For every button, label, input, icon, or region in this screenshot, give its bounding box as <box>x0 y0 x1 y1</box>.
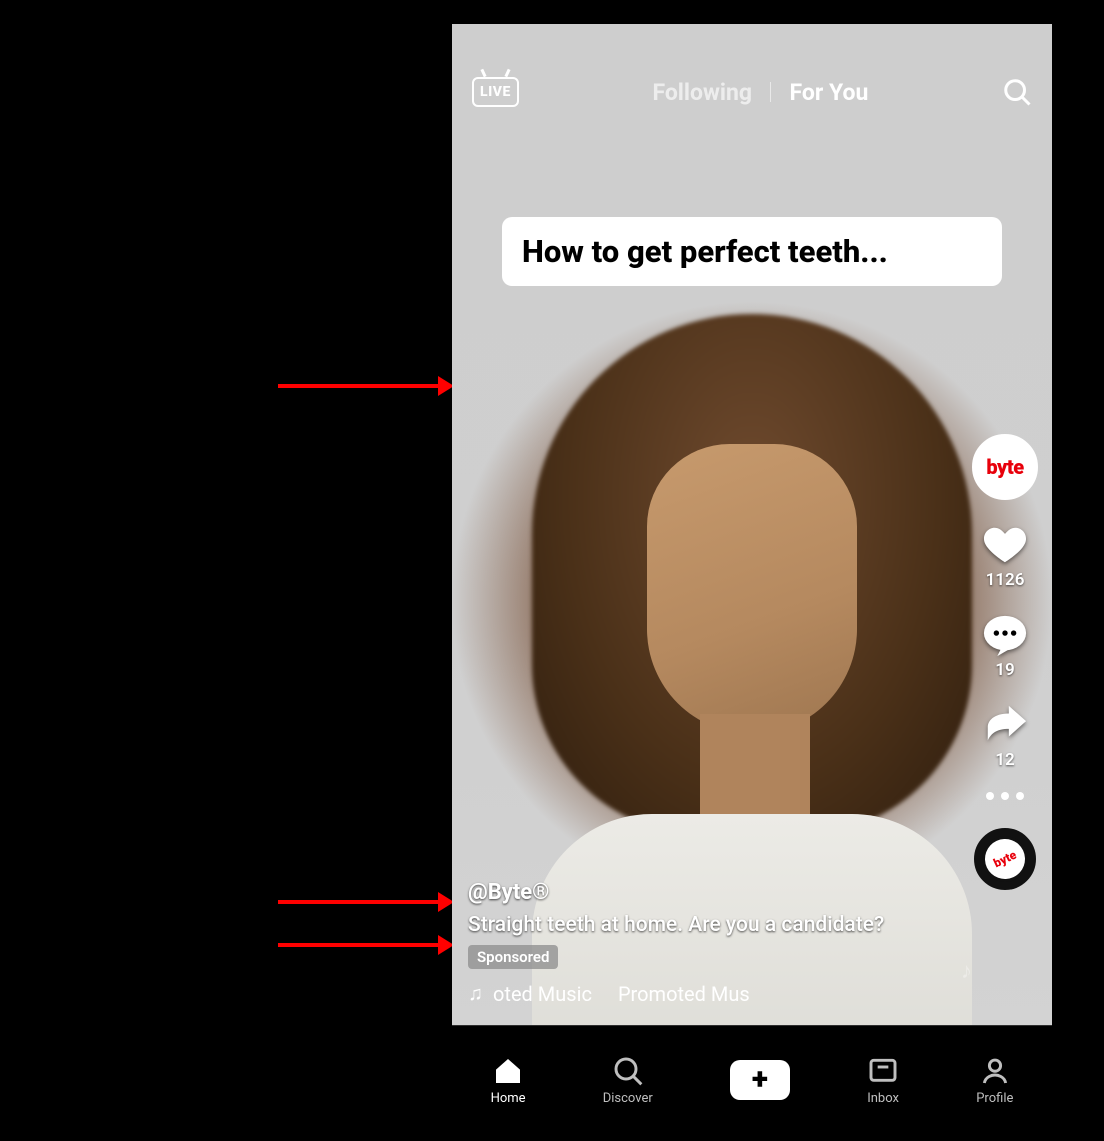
tab-for-you[interactable]: For You <box>789 79 868 106</box>
discover-icon <box>612 1055 644 1087</box>
sound-record-button[interactable]: byte <box>974 828 1036 890</box>
share-button[interactable]: 12 <box>982 702 1028 770</box>
live-label: LIVE <box>480 84 511 100</box>
annotation-arrow-1 <box>278 376 454 396</box>
annotation-arrow-2 <box>278 892 454 912</box>
nav-profile-label: Profile <box>976 1091 1013 1106</box>
comment-count: 19 <box>995 660 1014 680</box>
share-icon <box>982 702 1028 748</box>
nav-home-label: Home <box>491 1091 526 1106</box>
phone-viewport: LIVE Following For You How to get perfec… <box>452 24 1052 1134</box>
music-row[interactable]: ♫ oted Music Promoted Mus <box>468 981 952 1006</box>
music-note-mini-icon: ♪ <box>961 958 972 984</box>
nav-create[interactable]: + <box>730 1060 790 1100</box>
like-button[interactable]: 1126 <box>982 522 1028 590</box>
home-icon <box>492 1055 524 1087</box>
tab-following[interactable]: Following <box>652 79 752 106</box>
share-count: 12 <box>995 750 1014 770</box>
video-description: Straight teeth at home. Are you a candid… <box>468 913 952 937</box>
music-note-icon: ♫ <box>468 981 483 1006</box>
nav-discover-label: Discover <box>603 1091 653 1106</box>
top-header: LIVE Following For You <box>452 68 1052 116</box>
bottom-nav: Home Discover + Inbox Pro <box>452 1025 1052 1134</box>
feed-tabs: Following For You <box>652 79 868 106</box>
video-caption-text: How to get perfect teeth... <box>522 233 888 270</box>
advertiser-avatar[interactable]: byte <box>972 434 1038 500</box>
more-button[interactable] <box>986 792 1024 800</box>
nav-inbox[interactable]: Inbox <box>867 1055 899 1106</box>
like-count: 1126 <box>986 570 1025 590</box>
plus-icon: + <box>752 1065 768 1095</box>
annotation-arrow-3 <box>278 935 454 955</box>
nav-discover[interactable]: Discover <box>603 1055 653 1106</box>
search-icon[interactable] <box>1002 77 1032 107</box>
profile-icon <box>979 1055 1011 1087</box>
nav-inbox-label: Inbox <box>867 1091 899 1106</box>
video-caption-overlay: How to get perfect teeth... <box>502 217 1002 286</box>
tab-separator <box>770 82 772 102</box>
advertiser-handle[interactable]: @Byte® <box>468 880 952 905</box>
action-rail: byte 1126 19 12 <box>970 434 1040 890</box>
music-text-b: Promoted Mus <box>618 982 750 1006</box>
nav-home[interactable]: Home <box>491 1055 526 1106</box>
video-info: @Byte® Straight teeth at home. Are you a… <box>468 880 952 1006</box>
comment-icon <box>982 612 1028 658</box>
heart-icon <box>982 522 1028 568</box>
avatar-text: byte <box>986 455 1023 479</box>
live-button[interactable]: LIVE <box>472 77 519 107</box>
inbox-icon <box>867 1055 899 1087</box>
sound-record-label: byte <box>978 832 1031 885</box>
comment-button[interactable]: 19 <box>982 612 1028 680</box>
nav-profile[interactable]: Profile <box>976 1055 1013 1106</box>
music-text-a: oted Music <box>493 982 592 1006</box>
person-face <box>647 444 857 734</box>
sponsored-badge: Sponsored <box>468 945 558 969</box>
